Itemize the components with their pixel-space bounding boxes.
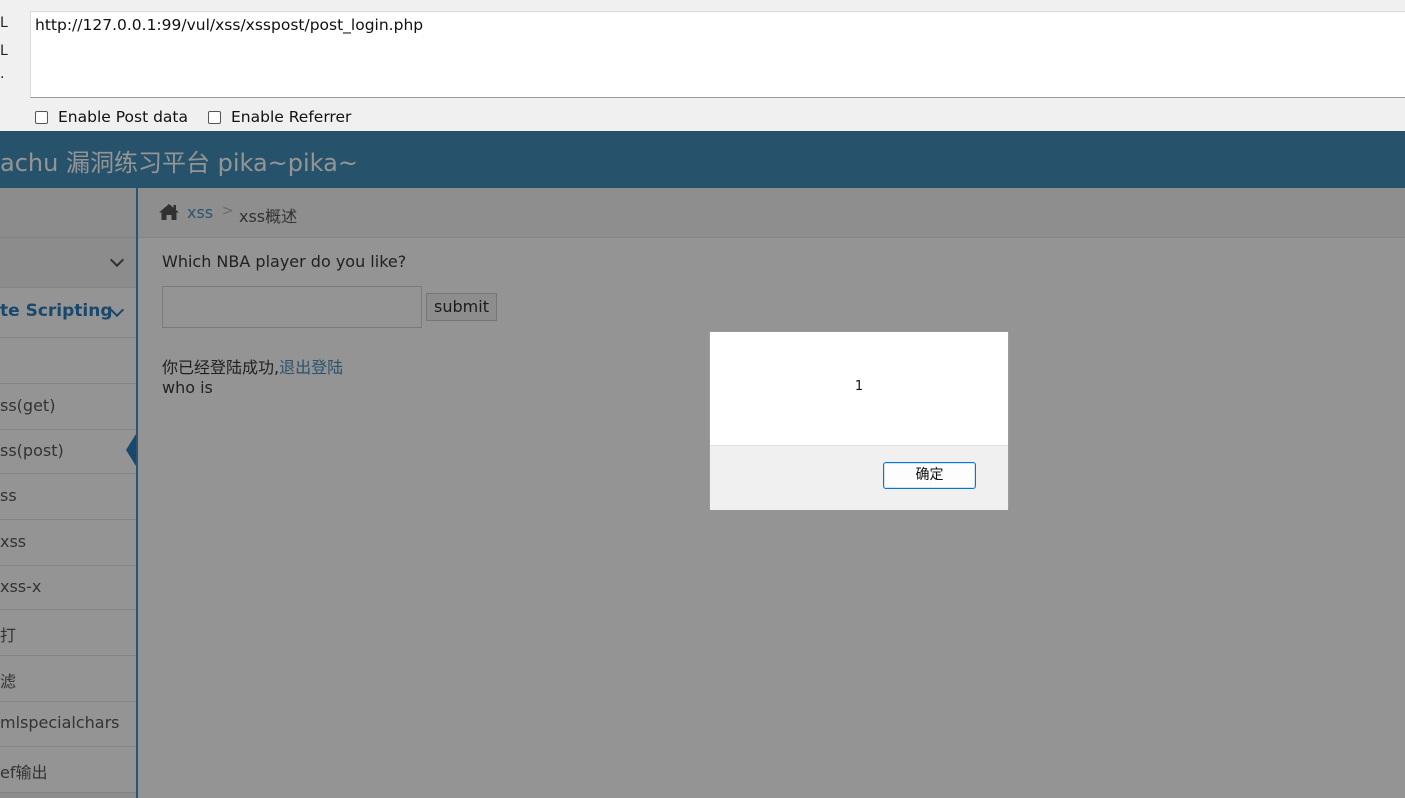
enable-referrer-checkbox[interactable] [208,110,221,124]
alert-footer: 确定 [710,445,1008,510]
load-url-label[interactable]: L [0,15,8,31]
hackbar-options: Enable Post data Enable Referrer [35,107,351,127]
url-text: http://127.0.0.1:99/vul/xss/xsspost/post… [35,16,424,34]
split-url-label[interactable]: L [0,43,8,59]
modal-overlay [0,131,1405,798]
enable-post-label: Enable Post data [58,108,188,126]
hackbar: L L . http://127.0.0.1:99/vul/xss/xsspos… [0,0,1405,131]
alert-dialog: 1 确定 [709,331,1009,510]
execute-label[interactable]: . [0,66,4,82]
enable-post-checkbox[interactable] [35,110,48,124]
url-textarea[interactable]: http://127.0.0.1:99/vul/xss/xsspost/post… [30,11,1405,98]
ok-button[interactable]: 确定 [883,462,976,489]
alert-message: 1 [854,379,864,394]
enable-referrer-label: Enable Referrer [231,108,352,126]
